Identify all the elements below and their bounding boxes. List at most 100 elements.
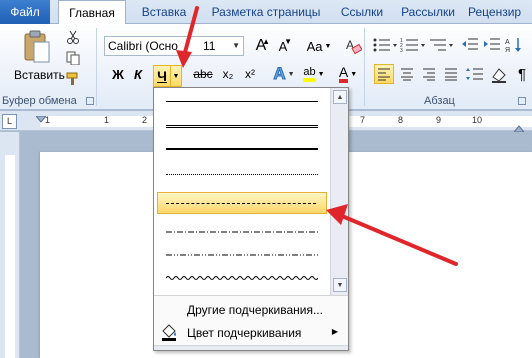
submenu-arrow-icon: ▶ — [331, 327, 338, 336]
ruler-number: 2 — [142, 115, 148, 125]
chevron-down-icon: ▼ — [232, 41, 240, 50]
tab-page-layout[interactable]: Разметка страницы — [206, 0, 326, 24]
multilevel-list-icon[interactable] — [428, 36, 454, 54]
font-color-icon: A — [338, 65, 349, 83]
paste-icon — [24, 30, 50, 63]
ruler-number: 1 — [104, 115, 110, 125]
dash-dot-line — [166, 231, 318, 233]
text-effects-icon: A — [273, 64, 286, 84]
paint-bucket-icon — [162, 324, 176, 341]
underline-color-item[interactable]: Цвет подчеркивания ▶ — [154, 321, 348, 345]
chevron-down-icon: ▼ — [172, 72, 180, 80]
highlight-button[interactable]: ab ▼ — [300, 64, 328, 84]
svg-text:Я: Я — [505, 47, 510, 54]
clipboard-group-label: Буфер обмена — [2, 95, 77, 107]
chevron-down-icon: ▼ — [324, 42, 332, 50]
chevron-down-icon: ▼ — [350, 70, 358, 78]
underline-menu: ▲ ▼ Другие подчеркивания... Цвет подчерк… — [153, 87, 349, 351]
svg-text:A: A — [505, 39, 510, 46]
wave-line — [166, 276, 318, 280]
underline-option-dash-dot-dot[interactable] — [162, 248, 322, 262]
underline-option-wave[interactable] — [162, 271, 322, 285]
underline-dropdown-button[interactable]: ▼ — [171, 65, 182, 87]
underline-option-dash-dot[interactable] — [162, 225, 322, 239]
italic-button[interactable]: К — [128, 64, 148, 84]
tab-references[interactable]: Ссылки — [334, 0, 390, 24]
resize-grip[interactable] — [154, 345, 348, 350]
caret-up-icon: ▲ — [262, 37, 270, 46]
justify-icon[interactable] — [442, 65, 460, 83]
indent-marker-icon[interactable] — [36, 116, 46, 124]
paragraph-group-label: Абзац — [424, 95, 455, 107]
underline-option-dotted[interactable] — [162, 167, 322, 181]
clear-formatting-icon[interactable]: A — [344, 37, 362, 55]
underline-option-double[interactable] — [162, 118, 322, 132]
group-divider — [364, 28, 365, 106]
text-effects-button[interactable]: A ▼ — [270, 64, 298, 84]
bullets-icon[interactable] — [372, 36, 398, 54]
ruler-number: 9 — [436, 115, 442, 125]
superscript-button[interactable]: x² — [240, 64, 260, 84]
gallery-scrollbar[interactable]: ▲ ▼ — [330, 88, 348, 295]
grow-font-button[interactable]: A ▲ — [252, 36, 270, 56]
copy-icon[interactable] — [66, 51, 80, 65]
scroll-up-icon[interactable]: ▲ — [333, 90, 347, 104]
align-right-icon[interactable] — [420, 65, 438, 83]
tab-home[interactable]: Главная — [58, 0, 126, 25]
decrease-indent-icon[interactable] — [460, 36, 480, 54]
caret-down-icon: ▼ — [284, 37, 292, 46]
tab-review[interactable]: Рецензир — [468, 0, 532, 24]
shading-icon[interactable] — [490, 65, 512, 83]
scroll-down-icon[interactable]: ▼ — [333, 278, 347, 292]
numbering-icon[interactable]: 1 2 3 — [400, 36, 426, 54]
underline-gallery — [154, 88, 330, 295]
change-case-label: Aa — [306, 38, 323, 54]
tab-file[interactable]: Файл — [0, 0, 50, 24]
highlight-icon: ab — [303, 66, 316, 82]
underline-option-dashed[interactable] — [157, 192, 327, 214]
paragraph-launcher-icon[interactable] — [518, 97, 526, 105]
dash-dot-dot-line — [166, 254, 318, 256]
increase-indent-icon[interactable] — [482, 36, 502, 54]
font-color-button[interactable]: A ▼ — [334, 64, 362, 84]
change-case-button[interactable]: Aa ▼ — [304, 36, 334, 56]
svg-text:3: 3 — [400, 48, 403, 54]
font-name-field[interactable]: Calibri (Осно 11 ▼ — [104, 36, 244, 56]
menu-divider — [154, 295, 348, 296]
paste-button[interactable]: Вставить — [14, 28, 65, 82]
subscript-button[interactable]: x₂ — [218, 64, 238, 84]
tab-mailings[interactable]: Рассылки — [396, 0, 460, 24]
underline-button[interactable]: Ч — [153, 65, 171, 87]
underline-option-thick[interactable] — [162, 141, 322, 155]
bold-button[interactable]: Ж — [108, 64, 128, 84]
font-size-value: 11 — [203, 39, 216, 53]
chevron-down-icon: ▼ — [287, 70, 295, 78]
show-marks-button[interactable]: ¶ — [514, 64, 530, 84]
cut-icon[interactable] — [66, 30, 80, 44]
more-underlines-label: Другие подчеркивания... — [187, 303, 323, 317]
tab-selector[interactable]: L — [2, 114, 17, 129]
shrink-font-button[interactable]: A ▼ — [274, 36, 292, 56]
indent-marker-icon[interactable] — [514, 124, 524, 132]
ruler-number: 10 — [472, 115, 483, 125]
paste-label: Вставить — [14, 68, 65, 82]
more-underlines-item[interactable]: Другие подчеркивания... — [154, 298, 348, 322]
tab-insert[interactable]: Вставка — [132, 0, 196, 24]
clipboard-launcher-icon[interactable] — [86, 97, 94, 105]
align-left-icon — [378, 68, 390, 81]
font-name-value: Calibri (Осно — [108, 39, 178, 53]
sort-icon[interactable]: AЯ — [504, 36, 524, 54]
underline-color-label: Цвет подчеркивания — [187, 326, 302, 340]
align-center-icon[interactable] — [398, 65, 416, 83]
strikethrough-button[interactable]: abc — [190, 64, 216, 84]
group-divider — [96, 28, 97, 106]
format-painter-icon[interactable] — [66, 72, 80, 86]
vertical-ruler-scale — [5, 155, 15, 358]
ruler-number: 7 — [360, 115, 366, 125]
chevron-down-icon: ▼ — [317, 70, 325, 78]
ribbon-tabs: Файл Главная Вставка Разметка страницы С… — [0, 0, 532, 25]
align-left-button[interactable] — [374, 64, 394, 84]
ruler-number: 8 — [398, 115, 404, 125]
underline-option-single[interactable] — [162, 94, 322, 108]
line-spacing-icon[interactable] — [464, 65, 488, 83]
